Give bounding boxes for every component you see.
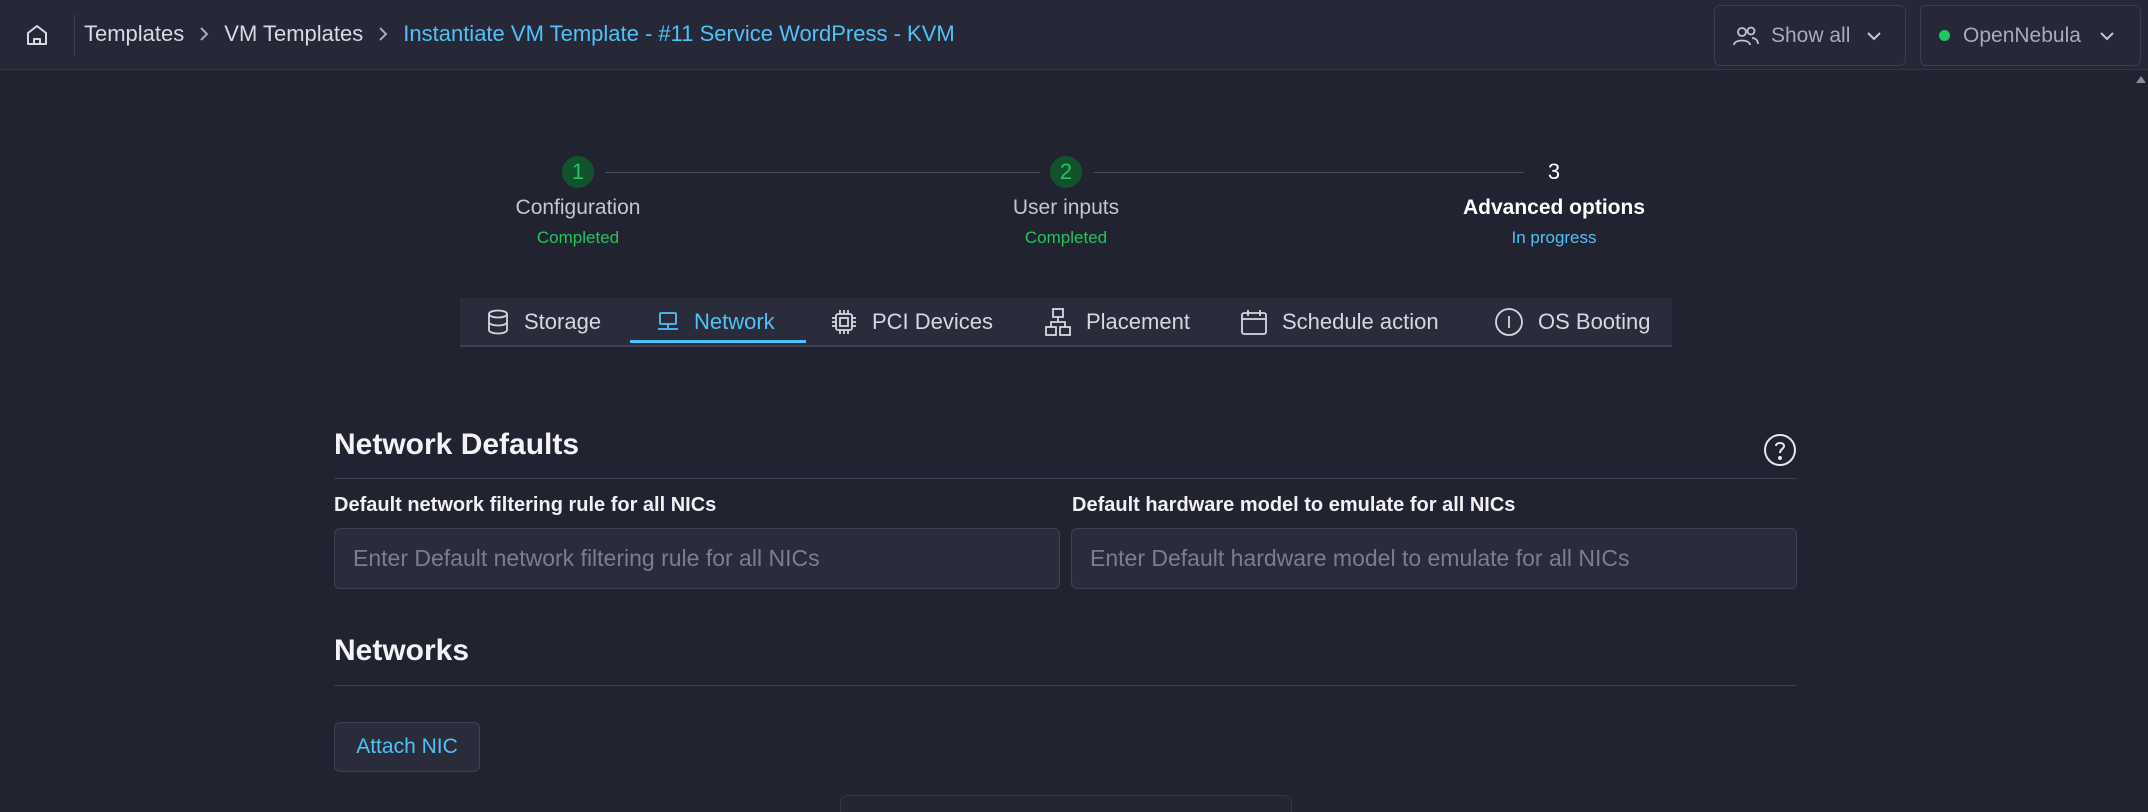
hardware-model-input[interactable] bbox=[1071, 528, 1797, 589]
step-number: 2 bbox=[1050, 156, 1082, 188]
breadcrumb: Templates VM Templates Instantiate VM Te… bbox=[84, 0, 955, 68]
filter-rule-input[interactable] bbox=[334, 528, 1060, 589]
network-defaults-title: Network Defaults bbox=[334, 428, 580, 461]
nic-list-card bbox=[840, 795, 1292, 812]
show-all-button[interactable]: Show all bbox=[1714, 5, 1906, 66]
step-status: Completed bbox=[536, 228, 620, 247]
chevron-right-icon bbox=[377, 26, 389, 42]
advanced-options-tabs: Storage Network PCI Devices Placement Sc… bbox=[460, 298, 1672, 347]
tab-network[interactable]: Network bbox=[656, 298, 775, 345]
networks-title: Networks bbox=[334, 634, 470, 667]
calendar-icon bbox=[1241, 309, 1267, 335]
section-divider bbox=[334, 685, 1797, 686]
help-icon[interactable] bbox=[1763, 433, 1797, 467]
filter-rule-label: Default network filtering rule for all N… bbox=[334, 494, 717, 516]
scroll-up-arrow-icon[interactable] bbox=[2136, 76, 2146, 83]
breadcrumb-current: Instantiate VM Template - #11 Service Wo… bbox=[403, 21, 955, 46]
tab-label: PCI Devices bbox=[872, 308, 994, 334]
show-all-label: Show all bbox=[1771, 23, 1851, 47]
tab-placement[interactable]: Placement bbox=[1044, 298, 1190, 345]
step-status: Completed bbox=[1024, 228, 1108, 247]
hardware-model-label: Default hardware model to emulate for al… bbox=[1072, 494, 1516, 516]
home-icon bbox=[27, 25, 47, 45]
network-icon bbox=[658, 311, 678, 330]
chip-icon bbox=[832, 309, 856, 334]
section-divider bbox=[334, 478, 1797, 479]
step-title: Configuration bbox=[515, 196, 641, 219]
tab-label: Schedule action bbox=[1282, 308, 1439, 334]
tab-label: Network bbox=[694, 308, 775, 334]
tab-schedule-action[interactable]: Schedule action bbox=[1240, 298, 1439, 345]
zone-label: OpenNebula bbox=[1963, 23, 2081, 47]
tab-pci-devices[interactable]: PCI Devices bbox=[830, 298, 993, 345]
step-advanced-options: 3 Advanced options In progress bbox=[1424, 156, 1684, 248]
step-configuration: 1 Configuration Completed bbox=[448, 156, 708, 248]
chevron-down-icon bbox=[1867, 31, 1882, 40]
tab-os-booting[interactable]: OS Booting bbox=[1494, 298, 1651, 345]
step-title: Advanced options bbox=[1462, 196, 1646, 219]
step-title: User inputs bbox=[1012, 196, 1120, 219]
step-user-inputs: 2 User inputs Completed bbox=[936, 156, 1196, 248]
tab-label: Storage bbox=[524, 308, 602, 334]
database-icon bbox=[488, 309, 508, 334]
tab-storage[interactable]: Storage bbox=[486, 298, 601, 345]
chevron-right-icon bbox=[198, 26, 210, 42]
top-bar: Templates VM Templates Instantiate VM Te… bbox=[0, 0, 2148, 70]
tab-label: Placement bbox=[1086, 308, 1190, 334]
active-tab-indicator bbox=[630, 340, 806, 343]
zone-status-dot bbox=[1939, 30, 1950, 41]
info-circle-icon bbox=[1495, 307, 1523, 336]
divider bbox=[74, 14, 75, 56]
scrollbar[interactable] bbox=[2134, 70, 2148, 812]
users-icon bbox=[1733, 26, 1759, 45]
attach-nic-button[interactable]: Attach NIC bbox=[334, 722, 480, 772]
breadcrumb-templates[interactable]: Templates bbox=[84, 21, 184, 47]
hierarchy-icon bbox=[1045, 307, 1071, 336]
breadcrumb-vm-templates[interactable]: VM Templates bbox=[224, 21, 363, 47]
zone-selector[interactable]: OpenNebula bbox=[1920, 5, 2141, 66]
home-button[interactable] bbox=[18, 16, 56, 54]
step-number: 3 bbox=[1547, 159, 1561, 184]
tab-label: OS Booting bbox=[1538, 308, 1651, 334]
chevron-down-icon bbox=[2100, 31, 2114, 40]
step-number: 1 bbox=[562, 156, 594, 188]
step-status: In progress bbox=[1511, 228, 1597, 247]
